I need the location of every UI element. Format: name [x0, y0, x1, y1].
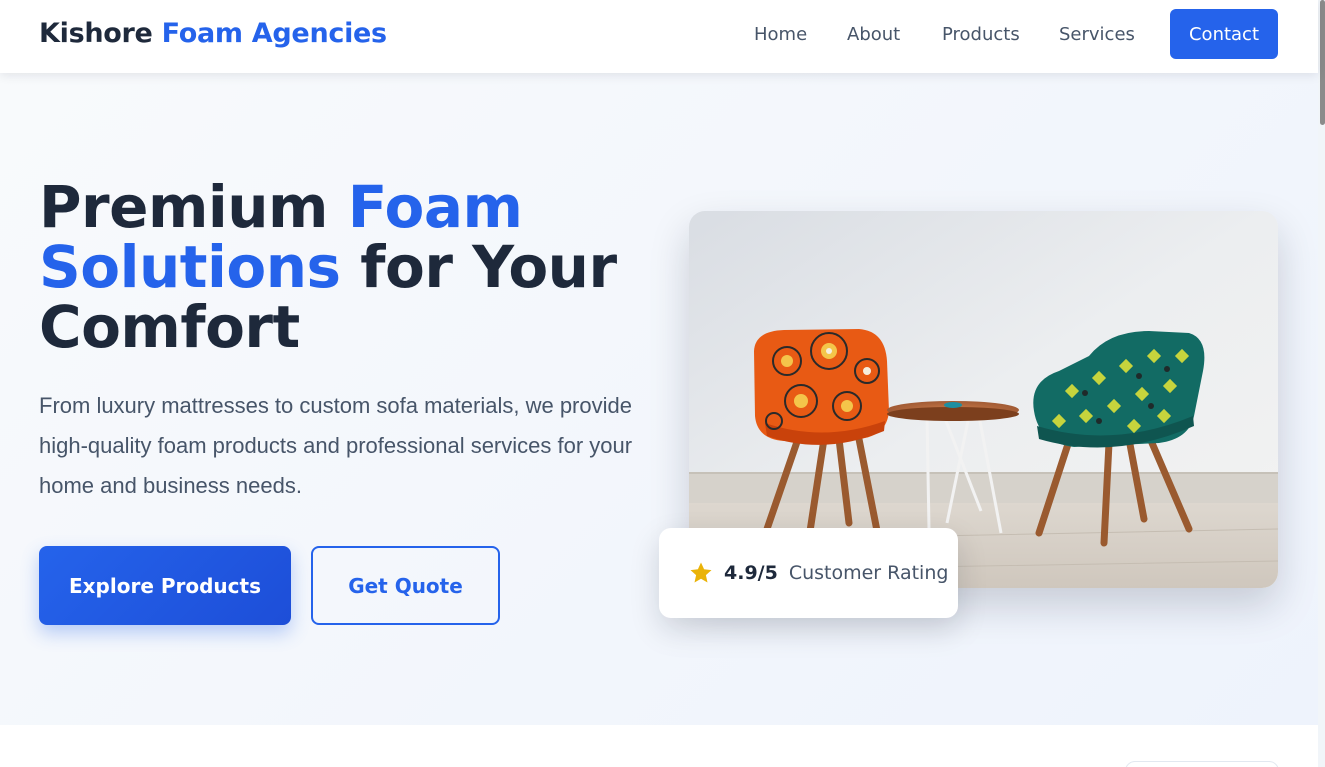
nav-link-home[interactable]: Home [754, 24, 807, 45]
star-icon [690, 562, 712, 583]
hero-description: From luxury mattresses to custom sofa ma… [39, 393, 633, 498]
rating-score: 4.9/5 [724, 562, 778, 584]
explore-products-button[interactable]: Explore Products [39, 546, 291, 625]
hero-section: Premium Foam Solutions for Your Comfort … [0, 73, 1318, 725]
nav-link-about[interactable]: About [847, 24, 900, 45]
brand-name-primary: Kishore [39, 18, 153, 49]
section-badge [1125, 761, 1279, 767]
headline-accent: Solutions [39, 233, 341, 301]
site-header: Kishore Foam Agencies Home About Product… [0, 0, 1318, 73]
headline-word: for Your [360, 233, 617, 301]
headline-accent: Foam [347, 173, 523, 241]
nav-link-services[interactable]: Services [1059, 24, 1135, 45]
contact-button[interactable]: Contact [1170, 9, 1278, 59]
get-quote-button[interactable]: Get Quote [311, 546, 500, 625]
rating-card: 4.9/5 Customer Rating [659, 528, 958, 618]
brand-name-accent: Foam Agencies [161, 18, 387, 49]
next-section [0, 725, 1318, 767]
rating-label: Customer Rating [788, 562, 949, 584]
headline-word: Comfort [39, 293, 300, 361]
scrollbar-thumb[interactable] [1320, 0, 1325, 125]
brand-logo[interactable]: Kishore Foam Agencies [39, 18, 387, 49]
hero-headline: Premium Foam Solutions for Your Comfort [39, 177, 659, 357]
nav-link-products[interactable]: Products [942, 24, 1020, 45]
headline-word: Premium [39, 173, 329, 241]
